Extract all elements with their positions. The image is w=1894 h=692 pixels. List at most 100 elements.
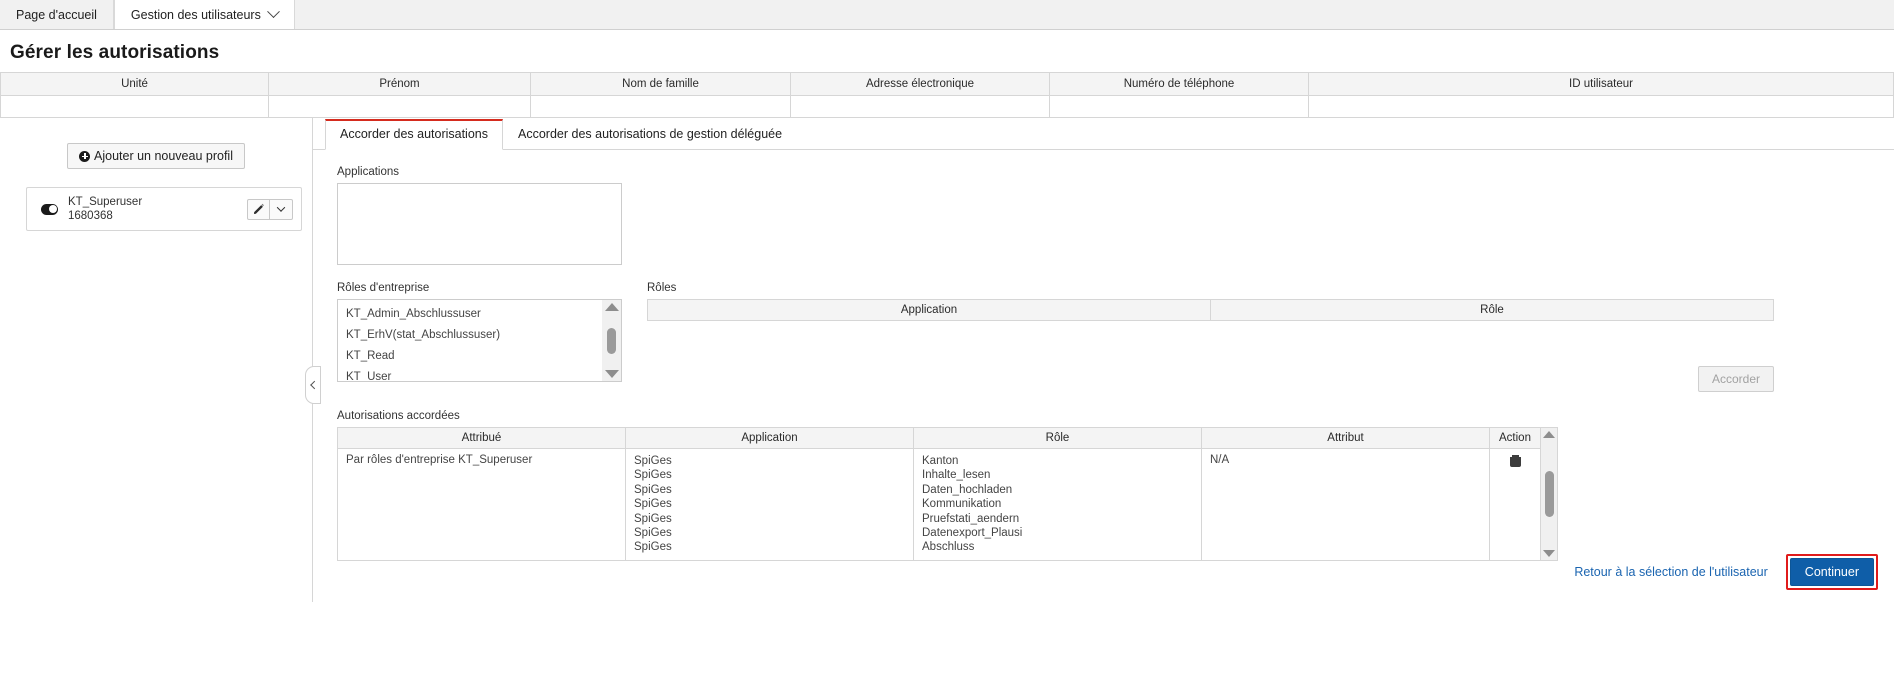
column-header-unit: Unité: [0, 72, 269, 96]
triangle-up-icon[interactable]: [604, 303, 619, 311]
granted-cell-roles: Kanton Inhalte_lesen Daten_hochladen Kom…: [913, 448, 1202, 561]
profile-enable-toggle[interactable]: [41, 203, 58, 215]
continue-button-highlight: Continuer: [1785, 554, 1878, 590]
main-content: Ajouter un nouveau profil KT_Superuser 1…: [0, 118, 1894, 602]
application-value: SpiGes: [634, 512, 672, 525]
granted-column-header-role: Rôle: [913, 427, 1202, 449]
granted-permissions-section: Autorisations accordées Attribué Applica…: [337, 410, 1894, 561]
role-value: Datenexport_Plausi: [922, 527, 1023, 540]
list-item[interactable]: KT_Admin_Abschlussuser: [346, 304, 621, 325]
panel-footer: Retour à la sélection de l'utilisateur C…: [1574, 554, 1878, 590]
plus-circle-icon: [79, 150, 90, 162]
tab-grant-delegated-permissions-label: Accorder des autorisations de gestion dé…: [518, 127, 783, 141]
roles-table-header-row: Application Rôle: [647, 299, 1774, 321]
granted-permissions-label: Autorisations accordées: [337, 410, 460, 422]
profile-card-buttons: [247, 198, 293, 220]
tab-grant-permissions-label: Accorder des autorisations: [340, 127, 488, 141]
role-value: Daten_hochladen: [922, 483, 1013, 496]
tab-grant-delegated-permissions[interactable]: Accorder des autorisations de gestion dé…: [503, 119, 797, 150]
user-info-table: Unité Prénom Nom de famille Adresse élec…: [0, 72, 1894, 118]
granted-column-header-action: Action: [1489, 427, 1541, 449]
nav-tab-user-management[interactable]: Gestion des utilisateurs: [113, 0, 295, 29]
profile-card[interactable]: KT_Superuser 1680368: [26, 187, 302, 231]
application-value: SpiGes: [634, 483, 672, 496]
panel-tab-bar: Accorder des autorisations Accorder des …: [313, 118, 1894, 150]
list-item[interactable]: KT_User: [346, 367, 621, 381]
user-info-table-header-row: Unité Prénom Nom de famille Adresse élec…: [0, 72, 1894, 96]
application-value: SpiGes: [634, 469, 672, 482]
granted-cell-action: [1489, 448, 1541, 561]
enterprise-roles-label: Rôles d'entreprise: [337, 282, 430, 294]
cell-unit: [0, 95, 269, 118]
chevron-down-icon: [266, 5, 280, 19]
nav-tab-user-management-label: Gestion des utilisateurs: [130, 7, 261, 22]
enterprise-roles-items: KT_Admin_Abschlussuser KT_ErhV(stat_Absc…: [338, 300, 621, 381]
role-value: Inhalte_lesen: [922, 469, 991, 482]
triangle-up-icon[interactable]: [1543, 431, 1555, 438]
permissions-panel: Accorder des autorisations Accorder des …: [305, 118, 1894, 602]
profiles-sidebar: Ajouter un nouveau profil KT_Superuser 1…: [0, 118, 313, 602]
grant-button[interactable]: Accorder: [1697, 366, 1774, 392]
profile-id: 1680368: [68, 210, 113, 222]
chevron-down-icon: [276, 203, 286, 212]
chevron-left-icon: [310, 380, 319, 390]
scrollbar-thumb[interactable]: [1544, 470, 1554, 517]
roles-row: Rôles d'entreprise KT_Admin_Abschlussuse…: [337, 282, 1894, 392]
roles-table: Application Rôle: [647, 299, 1774, 321]
user-info-table-row: [0, 95, 1894, 118]
granted-table-header-row: Attribué Application Rôle Attribut Actio…: [337, 427, 1541, 449]
add-new-profile-button[interactable]: Ajouter un nouveau profil: [67, 143, 245, 169]
profile-name: KT_Superuser: [68, 195, 143, 208]
back-to-user-selection-link[interactable]: Retour à la sélection de l'utilisateur: [1574, 565, 1767, 579]
cell-first-name: [268, 95, 531, 118]
edit-profile-button[interactable]: [247, 198, 270, 220]
top-tab-bar: Page d'accueil Gestion des utilisateurs: [0, 0, 1894, 30]
column-header-first-name: Prénom: [268, 72, 531, 96]
list-item[interactable]: KT_ErhV(stat_Abschlussuser): [346, 325, 621, 346]
granted-table-scrollbar[interactable]: [1541, 427, 1558, 561]
column-header-phone: Numéro de téléphone: [1049, 72, 1309, 96]
continue-button[interactable]: Continuer: [1789, 558, 1874, 586]
nav-tab-home[interactable]: Page d'accueil: [0, 0, 114, 29]
enterprise-roles-section: Rôles d'entreprise KT_Admin_Abschlussuse…: [337, 282, 622, 392]
role-value: Abschluss: [922, 541, 975, 554]
trash-icon[interactable]: [1509, 455, 1521, 467]
granted-cell-attribute: N/A: [1201, 448, 1490, 561]
triangle-down-icon[interactable]: [1543, 549, 1555, 557]
granted-permissions-table: Attribué Application Rôle Attribut Actio…: [337, 427, 1541, 561]
granted-column-header-attribute: Attribut: [1201, 427, 1490, 449]
role-value: Pruefstati_aendern: [922, 512, 1020, 525]
granted-permissions-shell: Attribué Application Rôle Attribut Actio…: [337, 427, 1558, 561]
granted-column-header-application: Application: [625, 427, 914, 449]
tab-grant-permissions[interactable]: Accorder des autorisations: [325, 119, 503, 150]
cell-email: [790, 95, 1050, 118]
cell-last-name: [530, 95, 791, 118]
granted-cell-attributed: Par rôles d'entreprise KT_Superuser: [337, 448, 626, 561]
application-value: SpiGes: [634, 498, 672, 511]
table-row: Par rôles d'entreprise KT_Superuser SpiG…: [337, 448, 1541, 561]
granted-column-header-attributed: Attribué: [337, 427, 626, 449]
list-item[interactable]: KT_Read: [346, 346, 621, 367]
profile-text: KT_Superuser 1680368: [68, 195, 247, 224]
roles-column-header-application: Application: [647, 299, 1211, 321]
collapse-sidebar-handle[interactable]: [305, 366, 321, 404]
pencil-icon: [253, 203, 264, 214]
panel-content: Applications Rôles d'entreprise KT_Admin…: [313, 150, 1894, 561]
roles-label: Rôles: [647, 282, 677, 294]
scrollbar-thumb[interactable]: [607, 327, 616, 354]
roles-section: Rôles Application Rôle Accorder: [647, 282, 1894, 392]
application-value: SpiGes: [634, 527, 672, 540]
column-header-last-name: Nom de famille: [530, 72, 791, 96]
role-value: Kanton: [922, 455, 959, 467]
page-title: Gérer les autorisations: [10, 42, 220, 63]
roles-column-header-role: Rôle: [1210, 299, 1774, 321]
triangle-down-icon[interactable]: [604, 370, 619, 378]
cell-user-id: [1308, 95, 1894, 118]
enterprise-roles-listbox[interactable]: KT_Admin_Abschlussuser KT_ErhV(stat_Absc…: [337, 299, 622, 382]
add-new-profile-label: Ajouter un nouveau profil: [94, 149, 233, 163]
applications-label: Applications: [337, 166, 400, 178]
application-value: SpiGes: [634, 541, 672, 554]
profile-menu-button[interactable]: [270, 198, 293, 220]
applications-listbox[interactable]: [337, 183, 622, 265]
enterprise-roles-scrollbar[interactable]: [602, 300, 621, 381]
